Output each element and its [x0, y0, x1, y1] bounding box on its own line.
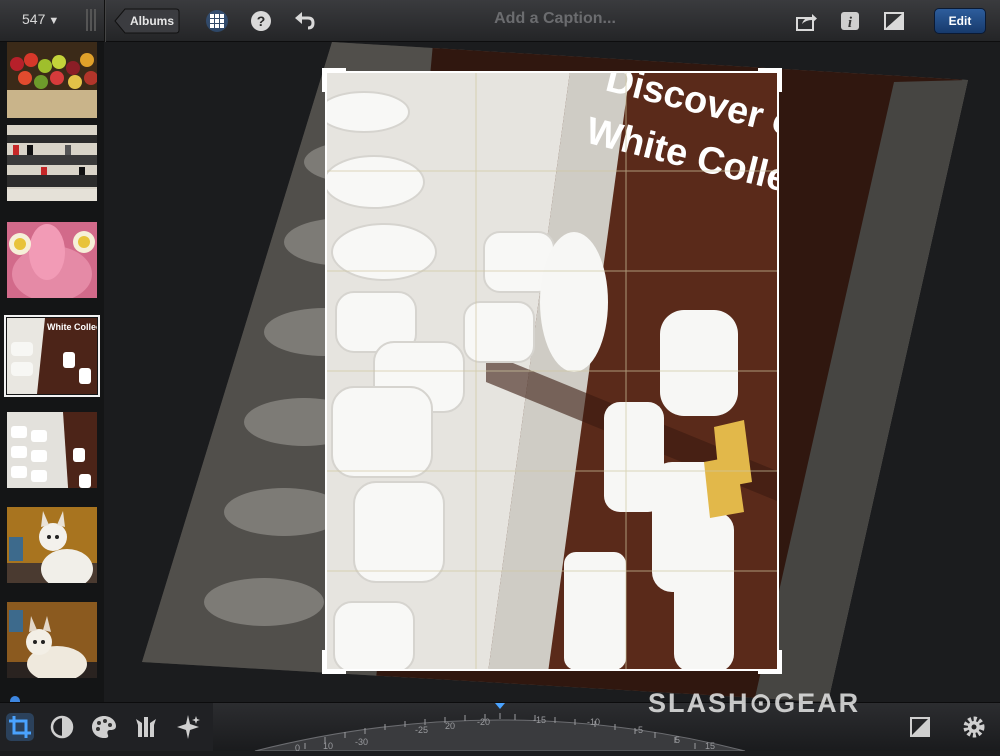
svg-text:White Collection: White Collection [47, 322, 97, 332]
info-icon[interactable]: i [838, 9, 862, 33]
dial-label: 20 [445, 721, 456, 731]
dial-label: -20 [477, 717, 491, 727]
exposure-tool-icon[interactable] [48, 713, 76, 741]
thumbnail-dog-1[interactable] [7, 507, 97, 583]
dial-tick-labels: -30 -25 -20 -15 -10 -5 0 5 10 15 20 [215, 703, 1000, 753]
albums-label: Albums [130, 14, 175, 28]
dial-label: 0 [295, 743, 301, 753]
settings-gear-icon[interactable] [960, 713, 988, 741]
caption-field[interactable]: Add a Caption... [440, 10, 670, 28]
caret-down-icon: ▼ [48, 15, 60, 27]
grid-view-icon[interactable] [205, 9, 229, 33]
dial-label: -30 [355, 737, 369, 747]
undo-icon[interactable] [293, 9, 317, 33]
watermark-logo: SLASH⊙GEAR [648, 688, 861, 718]
thumbnail-shelves[interactable] [7, 125, 97, 201]
thumbnail-produce[interactable] [7, 42, 97, 118]
albums-back-button[interactable]: Albums [114, 8, 180, 34]
dial-label: -5 [635, 725, 644, 735]
crop-tool-icon[interactable] [6, 713, 34, 741]
photo-editor-stage: Discover our White Collection [104, 42, 1000, 702]
thumbnail-white-collection[interactable]: White Collection [4, 315, 100, 397]
dial-label: -25 [415, 725, 429, 735]
filmstrip-resize-handle[interactable] [86, 9, 96, 31]
photo-canvas: Discover our White Collection [142, 42, 968, 702]
thumbnail-pink-face[interactable] [7, 222, 97, 298]
brushes-tool-icon[interactable] [132, 713, 160, 741]
dial-label: -10 [587, 717, 601, 727]
toolbar-divider [104, 0, 105, 42]
effects-tool-icon[interactable] [174, 713, 202, 741]
help-icon[interactable]: ? [249, 9, 273, 33]
photo-count: 547 [22, 11, 46, 27]
aspect-ratio-icon[interactable] [906, 713, 934, 741]
compare-icon[interactable] [882, 9, 906, 33]
color-palette-icon[interactable] [90, 713, 118, 741]
top-toolbar: 547 ▼ Albums ? Add a Caption... i Edit [0, 0, 1000, 42]
thumbnail-dog-2[interactable] [7, 602, 97, 678]
share-icon[interactable] [794, 9, 818, 33]
svg-text:?: ? [257, 13, 266, 29]
photo-count-dropdown[interactable]: 547 ▼ [22, 11, 59, 27]
dial-label: -15 [533, 715, 547, 725]
dial-label: 5 [675, 735, 681, 745]
photo-filmstrip: White Collection [0, 42, 104, 702]
edit-button[interactable]: Edit [934, 8, 986, 34]
straighten-dial[interactable]: -30 -25 -20 -15 -10 -5 0 5 10 15 20 [215, 703, 1000, 753]
thumbnail-white-cups[interactable] [7, 412, 97, 488]
